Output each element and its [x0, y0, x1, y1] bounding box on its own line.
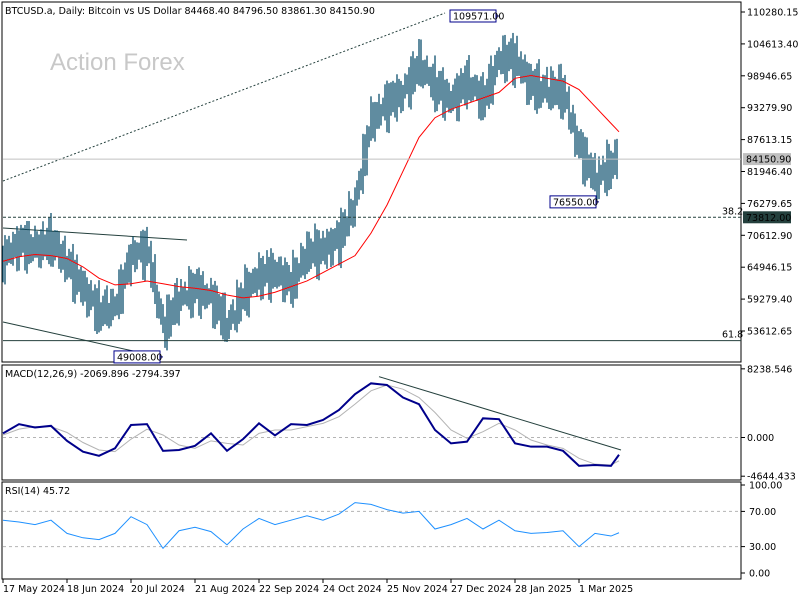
level-label: 73812.00	[746, 213, 791, 224]
watermark-logo: Action Forex	[50, 49, 185, 76]
fib-38-2-label: 38.2	[722, 206, 743, 217]
x-tick-label: 18 Jun 2024	[67, 584, 124, 595]
price-panel: Action Forex BTCUSD.a, Daily: Bitcoin vs…	[1, 1, 798, 364]
macd-y-tick-label: 8238.546	[747, 364, 792, 375]
macd-panel-frame	[1, 364, 742, 481]
x-tick-label: 25 Nov 2024	[387, 584, 448, 595]
current-price-label: 84150.90	[746, 155, 791, 166]
macd-axis: 8238.5460.000-4644.433	[741, 364, 796, 483]
rsi-panel-frame	[1, 481, 742, 580]
y-tick-label: 59279.40	[747, 295, 792, 306]
x-tick-label: 21 Aug 2024	[195, 584, 256, 595]
macd-trendline[interactable]	[378, 376, 622, 451]
rsi-y-tick-label: 100.00	[749, 481, 782, 492]
price-panel-title: BTCUSD.a, Daily: Bitcoin vs US Dollar 84…	[5, 6, 375, 17]
y-tick-label: 110280.15	[747, 8, 798, 19]
y-tick-label: 70612.90	[747, 231, 792, 242]
x-tick-label: 22 Sep 2024	[259, 584, 319, 595]
x-tick-label: 27 Dec 2024	[451, 584, 512, 595]
macd-y-tick-label: 0.000	[747, 433, 774, 444]
y-tick-label: 76279.65	[747, 199, 792, 210]
macd-main-line	[2, 382, 620, 467]
rsi-title: RSI(14) 45.72	[5, 486, 70, 497]
annotation-label: 76550.00	[553, 197, 598, 208]
annotation-label: 49008.00	[117, 352, 162, 363]
y-tick-label: 64946.15	[747, 263, 792, 274]
y-tick-label: 98946.65	[747, 71, 792, 82]
y-tick-label: 53612.65	[747, 326, 792, 337]
rsi-line	[2, 502, 620, 550]
rsi-y-tick-label: 0.00	[749, 569, 770, 580]
price-axis: 110280.15 104613.40 98946.65 93279.90 87613.…	[741, 8, 798, 337]
price-bars	[2, 32, 618, 351]
annotation-label: 109571.00	[453, 11, 504, 22]
y-tick-label: 87613.15	[747, 135, 792, 146]
chart: Action Forex BTCUSD.a, Daily: Bitcoin vs…	[1, 1, 798, 595]
x-tick-label: 24 Oct 2024	[323, 584, 382, 595]
time-axis: 17 May 2024 18 Jun 2024 20 Jul 2024 21 Aug …	[2, 579, 633, 595]
y-tick-label: 81946.40	[747, 167, 792, 178]
y-tick-label: 104613.40	[747, 39, 798, 50]
rsi-panel: RSI(14) 45.72 100.00 70.00 30.00 0.00	[1, 481, 782, 580]
macd-title: MACD(12,26,9) -2069.896 -2794.397	[5, 369, 181, 380]
x-tick-label: 1 Mar 2025	[579, 584, 633, 595]
macd-signal-line	[2, 384, 620, 466]
rsi-y-tick-label: 30.00	[749, 542, 776, 553]
macd-panel: MACD(12,26,9) -2069.896 -2794.397 8238.5…	[1, 364, 796, 483]
rsi-axis: 100.00 70.00 30.00 0.00	[741, 481, 782, 580]
x-tick-label: 20 Jul 2024	[131, 584, 185, 595]
x-tick-label: 28 Jan 2025	[515, 584, 572, 595]
fib-61-8-label: 61.8	[722, 330, 743, 341]
y-tick-label: 93279.90	[747, 103, 792, 114]
x-tick-label: 17 May 2024	[3, 584, 65, 595]
rsi-y-tick-label: 70.00	[749, 507, 776, 518]
